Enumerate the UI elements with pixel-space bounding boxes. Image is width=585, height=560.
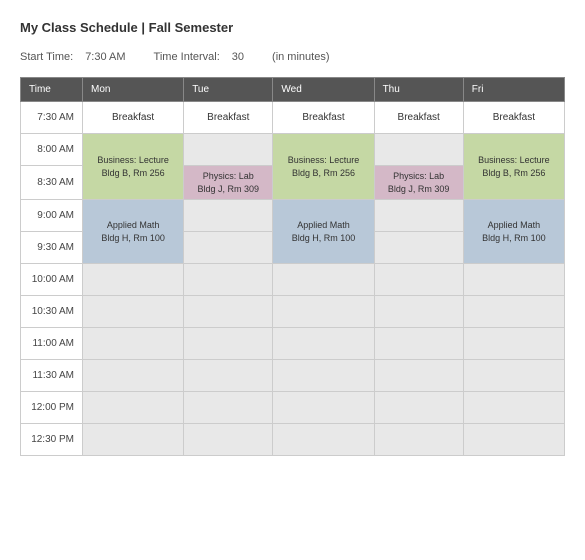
tue-empty — [184, 232, 273, 264]
time-cell: 12:30 PM — [21, 424, 83, 456]
mon-breakfast: Breakfast — [83, 102, 184, 134]
tue-empty — [184, 424, 273, 456]
interval-value: 30 — [232, 51, 244, 63]
wed-business: Business: LectureBldg B, Rm 256 — [273, 134, 374, 200]
wed-applied: Applied MathBldg H, Rm 100 — [273, 200, 374, 264]
fri-empty — [463, 392, 564, 424]
thu-physics: Physics: LabBldg J, Rm 309 — [374, 166, 463, 200]
col-header-fri: Fri — [463, 78, 564, 102]
table-row: 10:00 AM — [21, 264, 565, 296]
wed-empty — [273, 296, 374, 328]
mon-empty — [83, 392, 184, 424]
tue-empty — [184, 134, 273, 166]
mon-empty — [83, 328, 184, 360]
tue-breakfast: Breakfast — [184, 102, 273, 134]
thu-breakfast: Breakfast — [374, 102, 463, 134]
col-header-time: Time — [21, 78, 83, 102]
thu-empty — [374, 264, 463, 296]
table-row: 10:30 AM — [21, 296, 565, 328]
schedule-table: Time Mon Tue Wed Thu Fri 7:30 AM Breakfa… — [20, 77, 565, 456]
interval-unit: (in minutes) — [272, 51, 329, 63]
meta-info: Start Time: 7:30 AM Time Interval: 30 (i… — [20, 51, 565, 63]
mon-applied: Applied MathBldg H, Rm 100 — [83, 200, 184, 264]
mon-empty — [83, 296, 184, 328]
tue-empty — [184, 264, 273, 296]
fri-empty — [463, 296, 564, 328]
tue-physics: Physics: LabBldg J, Rm 309 — [184, 166, 273, 200]
time-cell: 12:00 PM — [21, 392, 83, 424]
time-cell: 8:30 AM — [21, 166, 83, 200]
time-cell: 7:30 AM — [21, 102, 83, 134]
col-header-tue: Tue — [184, 78, 273, 102]
mon-business: Business: LectureBldg B, Rm 256 — [83, 134, 184, 200]
start-time-label: Start Time: — [20, 51, 73, 63]
thu-empty — [374, 232, 463, 264]
time-cell: 11:00 AM — [21, 328, 83, 360]
interval-label: Time Interval: — [154, 51, 220, 63]
col-header-wed: Wed — [273, 78, 374, 102]
fri-applied: Applied MathBldg H, Rm 100 — [463, 200, 564, 264]
table-row: 12:30 PM — [21, 424, 565, 456]
fri-breakfast: Breakfast — [463, 102, 564, 134]
time-cell: 8:00 AM — [21, 134, 83, 166]
wed-empty — [273, 424, 374, 456]
wed-empty — [273, 328, 374, 360]
thu-empty — [374, 328, 463, 360]
tue-empty — [184, 296, 273, 328]
time-cell: 10:00 AM — [21, 264, 83, 296]
time-cell: 9:30 AM — [21, 232, 83, 264]
page-title: My Class Schedule | Fall Semester — [20, 20, 565, 35]
table-row: 9:00 AM Applied MathBldg H, Rm 100 Appli… — [21, 200, 565, 232]
thu-empty — [374, 392, 463, 424]
mon-empty — [83, 360, 184, 392]
thu-empty — [374, 200, 463, 232]
table-row: 7:30 AM Breakfast Breakfast Breakfast Br… — [21, 102, 565, 134]
fri-empty — [463, 360, 564, 392]
start-time-value: 7:30 AM — [85, 51, 125, 63]
mon-empty — [83, 264, 184, 296]
tue-empty — [184, 392, 273, 424]
table-row: 11:00 AM — [21, 328, 565, 360]
thu-empty — [374, 360, 463, 392]
table-row: 8:00 AM Business: LectureBldg B, Rm 256 … — [21, 134, 565, 166]
thu-empty — [374, 424, 463, 456]
table-row: 12:00 PM — [21, 392, 565, 424]
mon-empty — [83, 424, 184, 456]
wed-empty — [273, 392, 374, 424]
time-cell: 11:30 AM — [21, 360, 83, 392]
tue-empty — [184, 200, 273, 232]
fri-empty — [463, 424, 564, 456]
table-row: 11:30 AM — [21, 360, 565, 392]
tue-empty — [184, 328, 273, 360]
col-header-thu: Thu — [374, 78, 463, 102]
header-row: Time Mon Tue Wed Thu Fri — [21, 78, 565, 102]
wed-empty — [273, 264, 374, 296]
time-cell: 9:00 AM — [21, 200, 83, 232]
fri-business: Business: LectureBldg B, Rm 256 — [463, 134, 564, 200]
time-cell: 10:30 AM — [21, 296, 83, 328]
thu-empty — [374, 134, 463, 166]
tue-empty — [184, 360, 273, 392]
wed-breakfast: Breakfast — [273, 102, 374, 134]
wed-empty — [273, 360, 374, 392]
thu-empty — [374, 296, 463, 328]
fri-empty — [463, 328, 564, 360]
fri-empty — [463, 264, 564, 296]
col-header-mon: Mon — [83, 78, 184, 102]
